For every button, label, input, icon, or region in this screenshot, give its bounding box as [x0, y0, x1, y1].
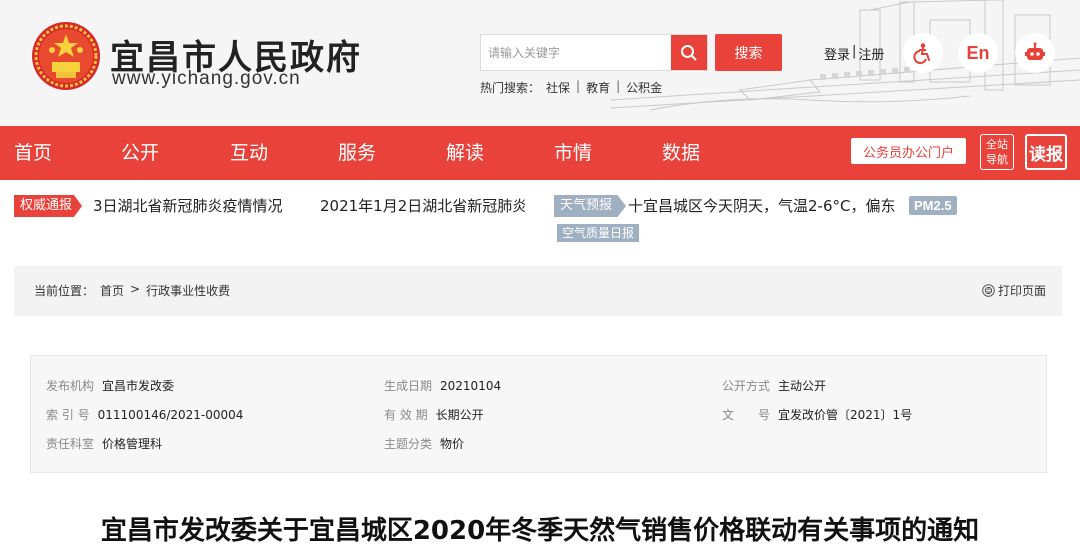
login-link[interactable]: 登录 [824, 44, 850, 63]
national-emblem-icon [32, 22, 100, 90]
print-page-label: 打印页面 [997, 284, 1046, 298]
site-guide-button[interactable]: 全站 导航 [980, 134, 1014, 170]
nav-item-home[interactable]: 首页 [14, 126, 52, 180]
validity-value: 长期公开 [435, 408, 484, 422]
accessibility-icon [913, 43, 930, 64]
metadata-row: 索 引 号 011100146/2021-00004 有 效 期长期公开 文 号宜… [31, 406, 1046, 426]
nav-item-interaction[interactable]: 互动 [230, 126, 268, 180]
nav-item-city-info[interactable]: 市情 [554, 126, 592, 180]
index-label: 索 引 号 [46, 408, 90, 422]
civil-servant-portal-button[interactable]: 公务员办公门户 [851, 138, 966, 164]
publisher-label: 发布机构 [46, 379, 95, 393]
ticker-news-link[interactable]: 3日湖北省新冠肺炎疫情情况 [93, 195, 283, 217]
disclosure-value: 主动公开 [778, 379, 827, 393]
official-notice-badge: 权威通报 [14, 195, 83, 217]
language-icon: En [966, 42, 990, 63]
accessibility-button[interactable] [903, 33, 943, 73]
topic-field: 主题分类 物价 [384, 435, 464, 452]
english-language-button[interactable]: En [958, 33, 998, 73]
pm25-badge[interactable]: PM2.5 [909, 196, 957, 215]
breadcrumb-bar: 当前位置： 首页 > 行政事业性收费 打印页面 [14, 266, 1062, 316]
nav-item-data[interactable]: 数据 [662, 126, 700, 180]
hot-search-link[interactable]: 教育 [586, 79, 610, 96]
search-icon [681, 44, 697, 61]
created-date-label: 生成日期 [384, 379, 433, 393]
air-quality-badge[interactable]: 空气质量日报 [557, 224, 640, 242]
nav-item-disclosure[interactable]: 公开 [121, 126, 159, 180]
site-guide-label-line1: 全站 [986, 138, 1008, 151]
disclosure-label: 公开方式 [722, 379, 771, 393]
site-url[interactable]: www.yichang.gov.cn [112, 68, 301, 90]
weather-forecast-badge[interactable]: 天气预报 [554, 195, 627, 217]
validity-label: 有 效 期 [384, 408, 428, 422]
validity-field: 有 效 期长期公开 [384, 406, 484, 423]
created-date-field: 生成日期 20210104 [384, 377, 501, 394]
publisher-field: 发布机构 宜昌市发改委 [46, 377, 174, 394]
site-guide-label-line2: 导航 [986, 153, 1008, 166]
account-separator: | [852, 44, 857, 59]
search-input[interactable] [481, 35, 673, 70]
index-field: 索 引 号 011100146/2021-00004 [46, 406, 243, 423]
register-link[interactable]: 注册 [858, 44, 884, 63]
breadcrumb-home-link[interactable]: 首页 [100, 282, 124, 299]
read-newspaper-button[interactable]: 读报 [1025, 134, 1067, 170]
hot-search-separator: | [576, 79, 581, 93]
robot-icon [1025, 42, 1045, 60]
disclosure-field: 公开方式 主动公开 [722, 377, 826, 394]
document-number-field: 文 号宜发改价管〔2021〕1号 [722, 406, 912, 423]
hot-search-label: 热门搜索： [480, 81, 541, 95]
ticker-news-link[interactable]: 2021年1月2日湖北省新冠肺炎 [320, 195, 525, 217]
robot-assistant-button[interactable] [1015, 33, 1055, 73]
printer-icon [982, 284, 995, 297]
breadcrumb: 当前位置： 首页 > 行政事业性收费 [34, 282, 230, 299]
document-metadata: 发布机构 宜昌市发改委 生成日期 20210104 公开方式 主动公开 索 引 号 01… [30, 355, 1047, 473]
document-number-label: 文 号 [722, 408, 771, 422]
index-value: 011100146/2021-00004 [97, 408, 244, 422]
hot-search: 热门搜索： 社保 | 教育 | 公积金 [480, 79, 662, 96]
department-label: 责任科室 [46, 437, 95, 451]
print-page-button[interactable]: 打印页面 [982, 282, 1046, 299]
topic-value: 物价 [440, 437, 465, 451]
weather-text: 十宜昌城区今天阴天，气温2-6°C，偏东 [628, 197, 896, 215]
document-number-value: 宜发改价管〔2021〕1号 [778, 408, 913, 422]
publisher-value: 宜昌市发改委 [102, 379, 175, 393]
department-field: 责任科室 价格管理科 [46, 435, 162, 452]
breadcrumb-prefix: 当前位置： [34, 284, 95, 298]
document-title: 宜昌市发改委关于宜昌城区2020年冬季天然气销售价格联动有关事项的通知 [100, 516, 980, 546]
nav-item-interpretation[interactable]: 解读 [446, 126, 484, 180]
hot-search-link[interactable]: 公积金 [626, 79, 662, 96]
breadcrumb-current[interactable]: 行政事业性收费 [146, 282, 230, 299]
metadata-row: 责任科室 价格管理科 主题分类 物价 [31, 435, 1046, 455]
topic-label: 主题分类 [384, 437, 433, 451]
breadcrumb-separator: > [130, 282, 141, 296]
created-date-value: 20210104 [440, 379, 502, 393]
nav-item-services[interactable]: 服务 [338, 126, 376, 180]
hot-search-link[interactable]: 社保 [546, 79, 570, 96]
search-icon-button[interactable] [671, 35, 707, 70]
hot-search-separator: | [616, 79, 621, 93]
department-value: 价格管理科 [102, 437, 163, 451]
metadata-row: 发布机构 宜昌市发改委 生成日期 20210104 公开方式 主动公开 [31, 377, 1046, 397]
account-links: 登录 | 注册 [824, 44, 884, 63]
search-button[interactable]: 搜索 [715, 34, 782, 71]
site-header: 宜昌市人民政府 www.yichang.gov.cn 搜索 热门搜索： 社保 |… [0, 0, 1080, 126]
search-box [480, 34, 708, 71]
